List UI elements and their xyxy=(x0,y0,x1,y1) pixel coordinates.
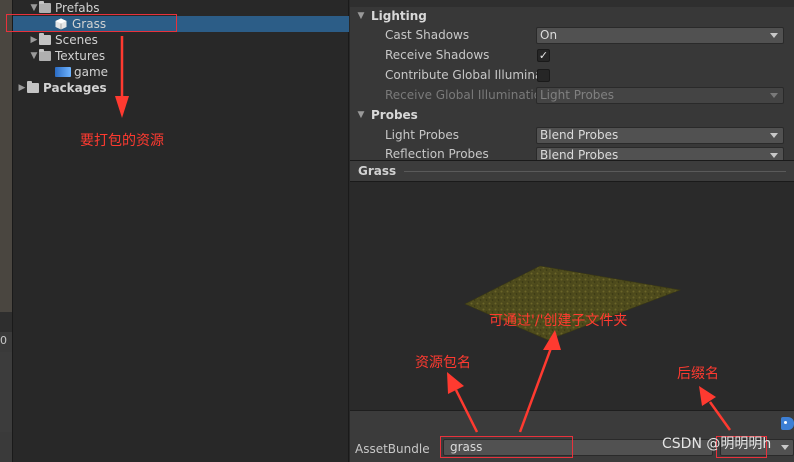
annotation-arrow-icon xyxy=(708,401,732,431)
annotation-arrows xyxy=(447,330,732,433)
annotation-arrow-icon xyxy=(454,389,479,433)
annotation-arrow-head xyxy=(699,386,716,406)
watermark: CSDN @明明明h xyxy=(662,436,772,452)
annotation-arrow-head xyxy=(543,330,561,350)
annotation-subfolder-hint: 可通过'/'创建子文件夹 xyxy=(489,313,628,329)
annotation-arrow-icon xyxy=(518,347,553,433)
annotation-suffix-name: 后缀名 xyxy=(677,366,719,382)
annotation-bundle-name: 资源包名 xyxy=(415,355,471,371)
